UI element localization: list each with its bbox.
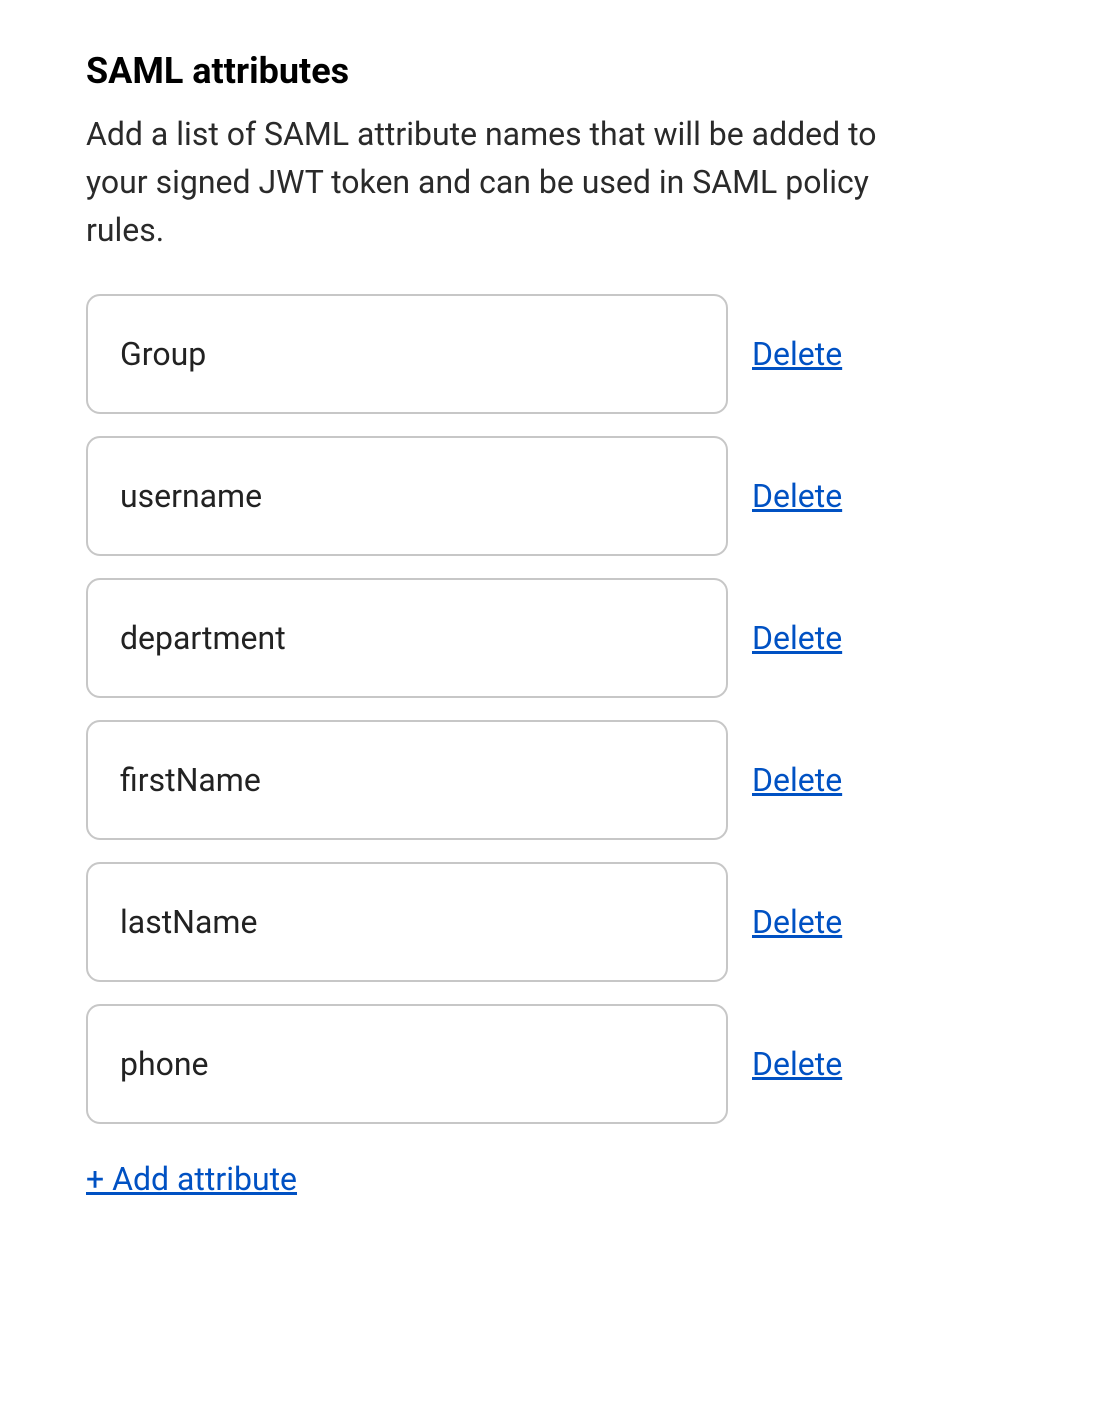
attribute-input[interactable] (86, 1004, 728, 1124)
attribute-list: Delete Delete Delete Delete Delete Delet… (86, 294, 1026, 1124)
section-description: Add a list of SAML attribute names that … (86, 110, 886, 254)
delete-button[interactable]: Delete (752, 335, 842, 373)
add-attribute-button[interactable]: + Add attribute (86, 1160, 297, 1198)
attribute-row: Delete (86, 294, 1026, 414)
attribute-input[interactable] (86, 436, 728, 556)
delete-button[interactable]: Delete (752, 761, 842, 799)
attribute-row: Delete (86, 720, 1026, 840)
delete-button[interactable]: Delete (752, 903, 842, 941)
attribute-row: Delete (86, 578, 1026, 698)
attribute-row: Delete (86, 862, 1026, 982)
delete-button[interactable]: Delete (752, 619, 842, 657)
attribute-input[interactable] (86, 578, 728, 698)
attribute-input[interactable] (86, 294, 728, 414)
attribute-row: Delete (86, 436, 1026, 556)
attribute-input[interactable] (86, 720, 728, 840)
section-title: SAML attributes (86, 50, 1026, 92)
attribute-row: Delete (86, 1004, 1026, 1124)
delete-button[interactable]: Delete (752, 477, 842, 515)
attribute-input[interactable] (86, 862, 728, 982)
delete-button[interactable]: Delete (752, 1045, 842, 1083)
